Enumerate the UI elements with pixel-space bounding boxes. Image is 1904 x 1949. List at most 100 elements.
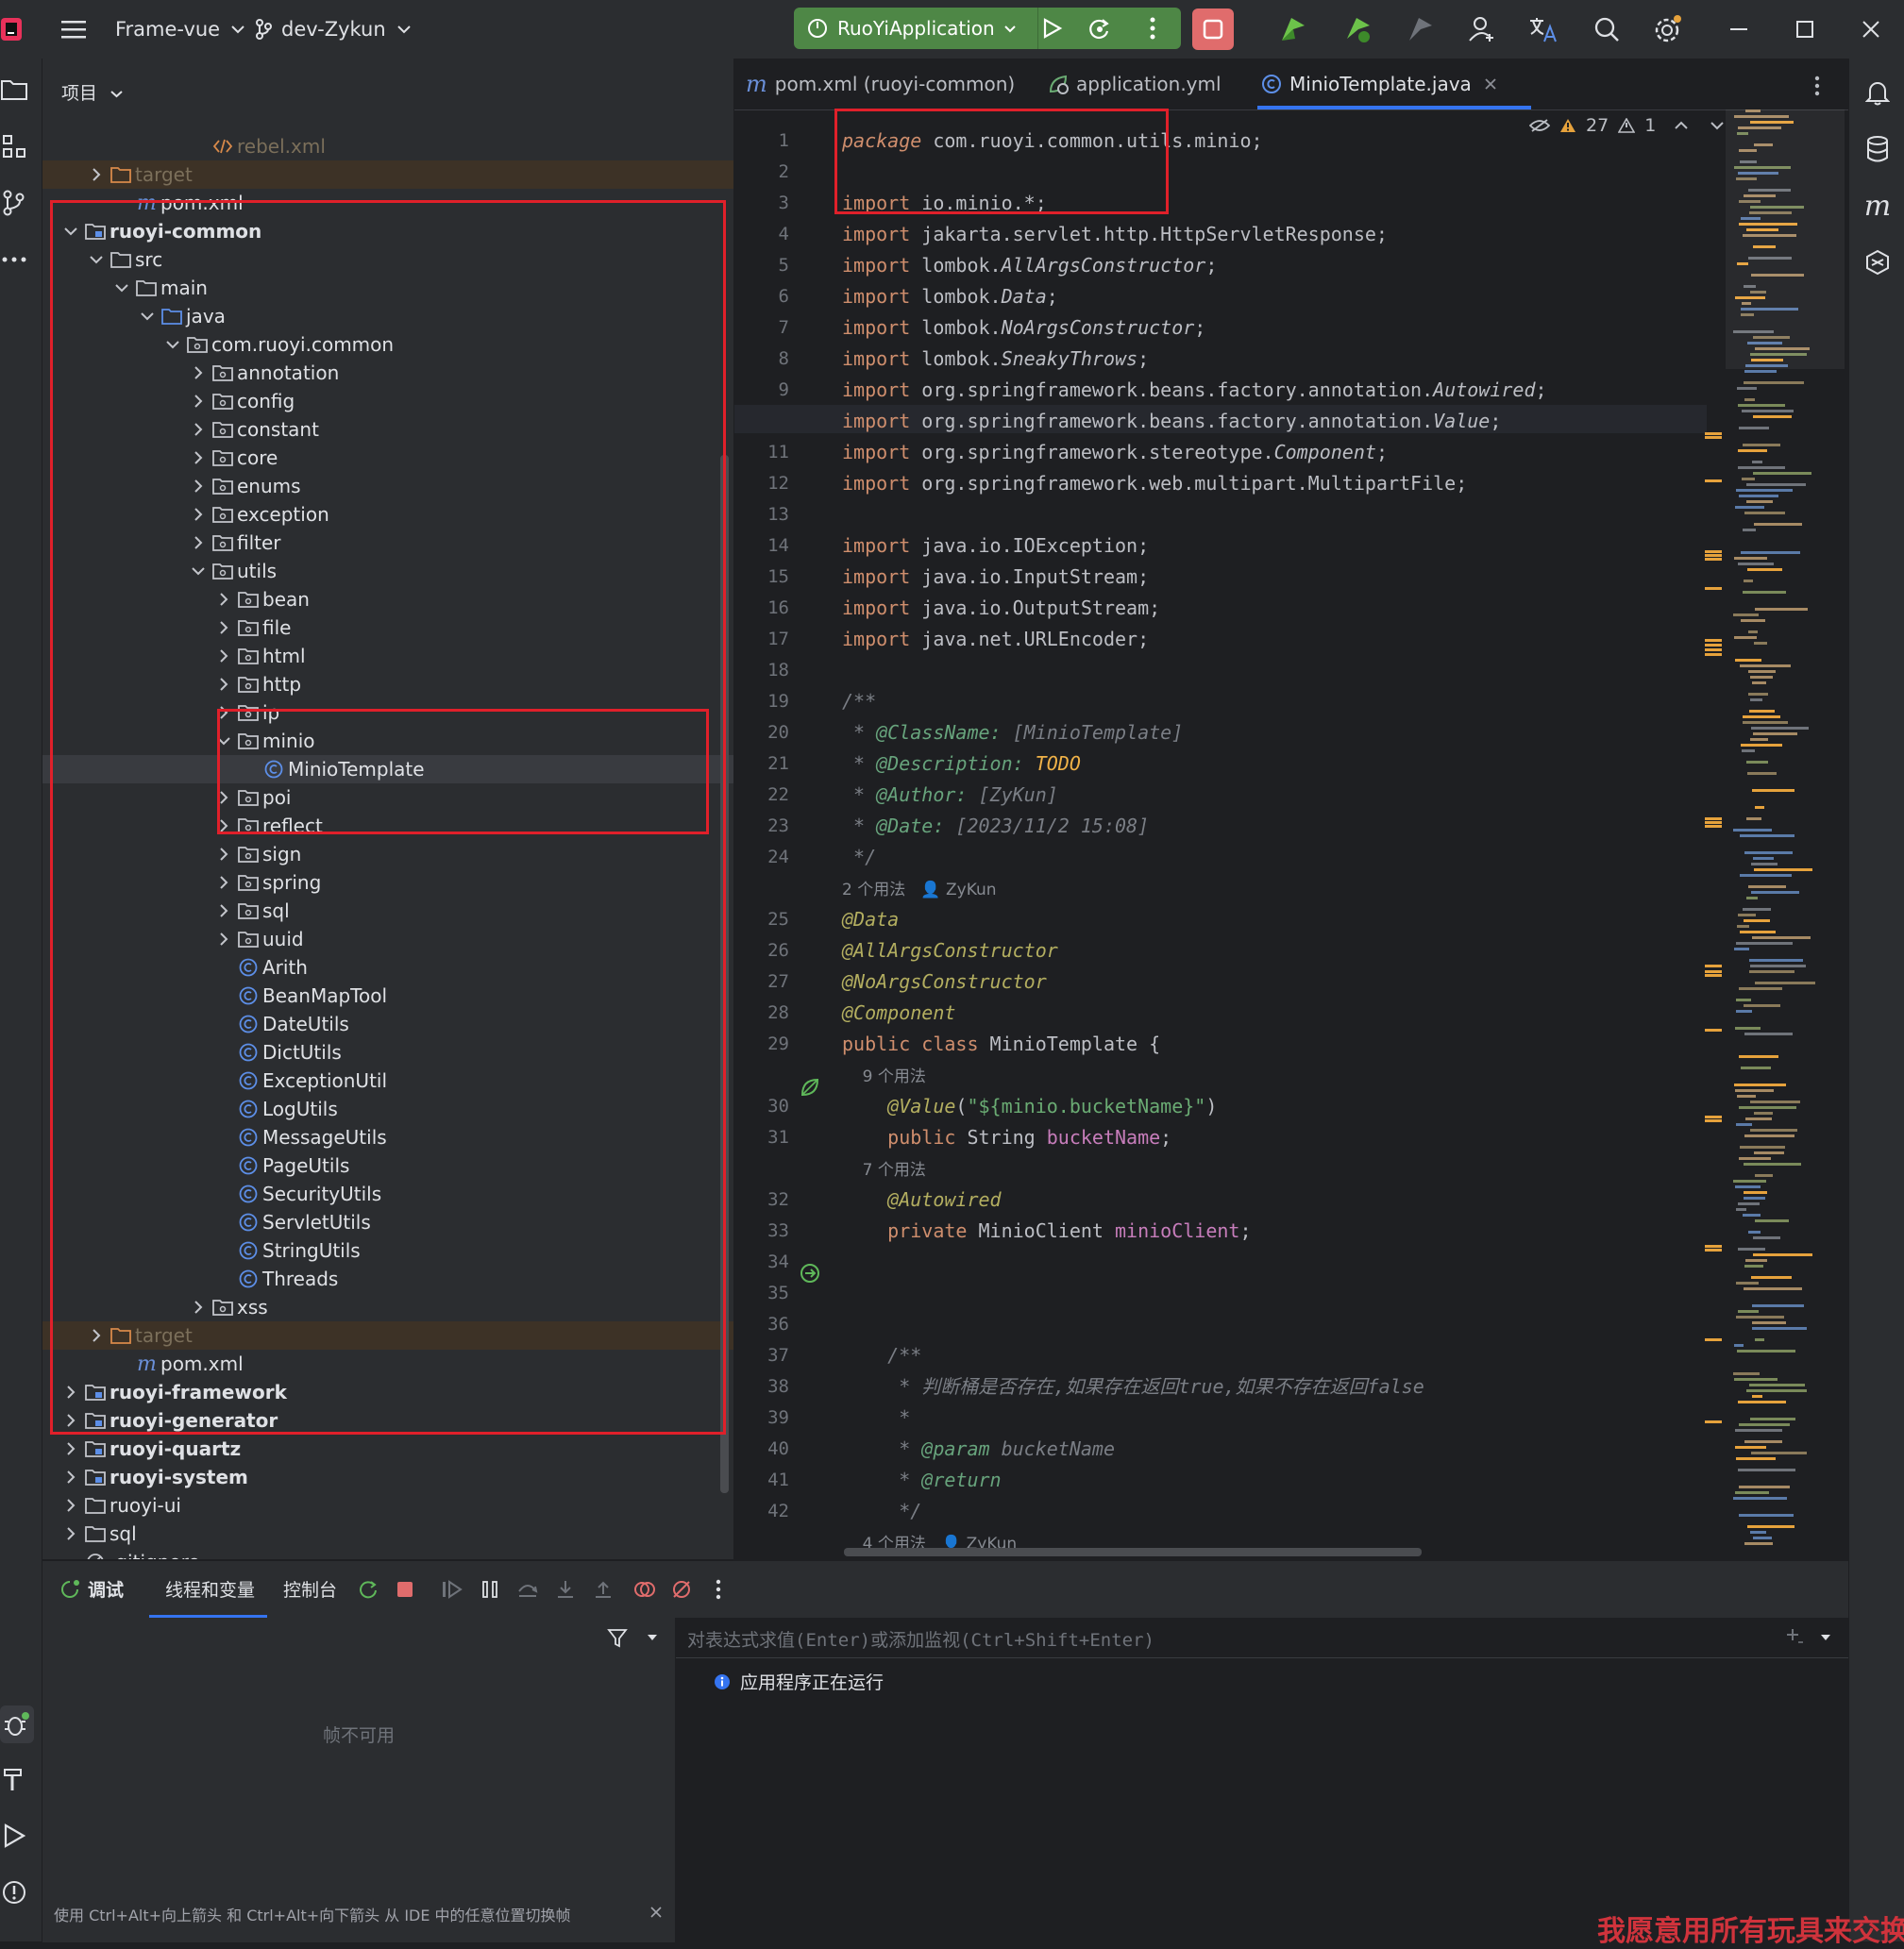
chevron-down-icon[interactable]: [1820, 1634, 1831, 1641]
rerun-icon[interactable]: [357, 1578, 379, 1601]
tree-item[interactable]: enums: [42, 472, 733, 500]
tree-item[interactable]: target: [42, 1321, 733, 1350]
structure-icon[interactable]: [0, 132, 28, 160]
step-out-icon[interactable]: [592, 1578, 615, 1601]
notifications-bell-icon[interactable]: [1861, 76, 1895, 109]
tree-item[interactable]: src: [42, 245, 733, 274]
chevron-right-icon[interactable]: [62, 1384, 79, 1401]
chevron-right-icon[interactable]: [215, 902, 232, 919]
tab-options-icon[interactable]: [1814, 76, 1820, 96]
warning-marker[interactable]: [1705, 653, 1722, 656]
run-config-selector[interactable]: RuoYiApplication: [794, 8, 1038, 49]
chevron-right-icon[interactable]: [190, 1299, 207, 1316]
warning-marker[interactable]: [1705, 965, 1722, 967]
tree-item[interactable]: xss: [42, 1293, 733, 1321]
tree-item[interactable]: ruoyi-quartz: [42, 1435, 733, 1463]
warning-marker[interactable]: [1705, 817, 1722, 820]
tree-item[interactable]: java: [42, 302, 733, 330]
tree-item[interactable]: reflect: [42, 812, 733, 840]
tree-item[interactable]: bean: [42, 585, 733, 613]
chevron-right-icon[interactable]: [190, 449, 207, 466]
tree-item[interactable]: Threads: [42, 1265, 733, 1293]
warning-marker[interactable]: [1705, 479, 1722, 482]
tree-item[interactable]: StringUtils: [42, 1236, 733, 1265]
tree-item[interactable]: constant: [42, 415, 733, 444]
tree-item[interactable]: MessageUtils: [42, 1123, 733, 1151]
main-menu-icon[interactable]: [57, 12, 91, 46]
tree-item[interactable]: ruoyi-common: [42, 217, 733, 245]
tree-item[interactable]: annotation: [42, 359, 733, 387]
chevron-right-icon[interactable]: [215, 931, 232, 948]
tree-item[interactable]: DateUtils: [42, 1010, 733, 1038]
warning-marker[interactable]: [1705, 558, 1722, 561]
warning-marker[interactable]: [1705, 644, 1722, 647]
chevron-down-icon[interactable]: [190, 563, 207, 580]
tree-item[interactable]: ip: [42, 698, 733, 727]
tab-pom-xml[interactable]: m pom.xml (ruoyi-common): [746, 59, 1015, 109]
tree-item[interactable]: target: [42, 160, 733, 189]
chevron-right-icon[interactable]: [215, 789, 232, 806]
inspection-widget[interactable]: 27 1: [1529, 115, 1724, 136]
git-commit-icon[interactable]: [0, 189, 28, 217]
chevron-down-icon[interactable]: [62, 223, 79, 240]
code-area[interactable]: package com.ruoyi.common.utils.minio; imp…: [734, 109, 1707, 1620]
code-vision-hint[interactable]: 7 个用法: [842, 1154, 926, 1183]
chevron-right-icon[interactable]: [190, 364, 207, 381]
close-tab-icon[interactable]: [1485, 78, 1496, 90]
chevron-right-icon[interactable]: [62, 1525, 79, 1542]
more-tools-icon[interactable]: [0, 245, 28, 274]
stop-debug-icon[interactable]: [394, 1578, 416, 1601]
tree-item[interactable]: rebel.xml: [42, 132, 733, 160]
chevron-right-icon[interactable]: [215, 619, 232, 636]
tree-item[interactable]: core: [42, 444, 733, 472]
tree-item[interactable]: MinioTemplate: [42, 755, 733, 783]
reader-mode-icon[interactable]: [1529, 118, 1550, 133]
tree-item[interactable]: filter: [42, 529, 733, 557]
step-into-icon[interactable]: [554, 1578, 577, 1601]
tree-item[interactable]: sign: [42, 840, 733, 868]
warning-marker[interactable]: [1705, 970, 1722, 973]
tree-item[interactable]: ruoyi-system: [42, 1463, 733, 1491]
tree-item[interactable]: uuid: [42, 925, 733, 953]
intellij-logo-icon[interactable]: [0, 12, 25, 46]
tree-item[interactable]: LogUtils: [42, 1095, 733, 1123]
warning-marker[interactable]: [1705, 1245, 1722, 1248]
usage-hint[interactable]: 9 个用法: [842, 1067, 926, 1086]
tree-item[interactable]: file: [42, 613, 733, 642]
tree-item[interactable]: ExceptionUtil: [42, 1067, 733, 1095]
tree-item[interactable]: main: [42, 274, 733, 302]
more-debug-actions-icon[interactable]: [707, 1578, 730, 1601]
minimap-viewport[interactable]: [1726, 109, 1845, 369]
close-window-icon[interactable]: [1854, 12, 1888, 46]
add-watch-icon[interactable]: [1785, 1627, 1804, 1646]
settings-gear-icon[interactable]: [1651, 12, 1685, 46]
chevron-right-icon[interactable]: [215, 874, 232, 891]
tree-item[interactable]: spring: [42, 868, 733, 897]
filter-icon[interactable]: [607, 1627, 628, 1648]
chevron-right-icon[interactable]: [62, 1497, 79, 1514]
code-vision-hint[interactable]: 2 个用法 👤 ZyKun: [842, 874, 997, 902]
evaluate-expression-input[interactable]: 对表达式求值(Enter)或添加监视(Ctrl+Shift+Enter): [676, 1618, 1848, 1658]
tree-item[interactable]: ruoyi-generator: [42, 1406, 733, 1435]
warning-marker[interactable]: [1705, 821, 1722, 824]
tree-item[interactable]: ServletUtils: [42, 1208, 733, 1236]
run-button[interactable]: [1039, 16, 1064, 41]
project-scrollbar[interactable]: [720, 455, 729, 1493]
chevron-down-icon[interactable]: [88, 251, 105, 268]
add-user-icon[interactable]: [1465, 12, 1499, 46]
chevron-right-icon[interactable]: [190, 506, 207, 523]
tree-item[interactable]: sql: [42, 897, 733, 925]
chevron-right-icon[interactable]: [62, 1440, 79, 1457]
warning-marker[interactable]: [1705, 550, 1722, 553]
tree-item[interactable]: SecurityUtils: [42, 1180, 733, 1208]
chevron-right-icon[interactable]: [215, 817, 232, 834]
project-selector[interactable]: Frame-vue: [115, 0, 244, 59]
tree-item[interactable]: ruoyi-ui: [42, 1491, 733, 1520]
warning-marker[interactable]: [1705, 587, 1722, 590]
tree-item[interactable]: ruoyi-framework: [42, 1378, 733, 1406]
chevron-right-icon[interactable]: [62, 1412, 79, 1429]
chevron-right-icon[interactable]: [215, 676, 232, 693]
maximize-window-icon[interactable]: [1788, 12, 1822, 46]
code-vision-hint[interactable]: 9 个用法: [842, 1061, 926, 1089]
ai-assistant-icon[interactable]: [1861, 245, 1895, 279]
